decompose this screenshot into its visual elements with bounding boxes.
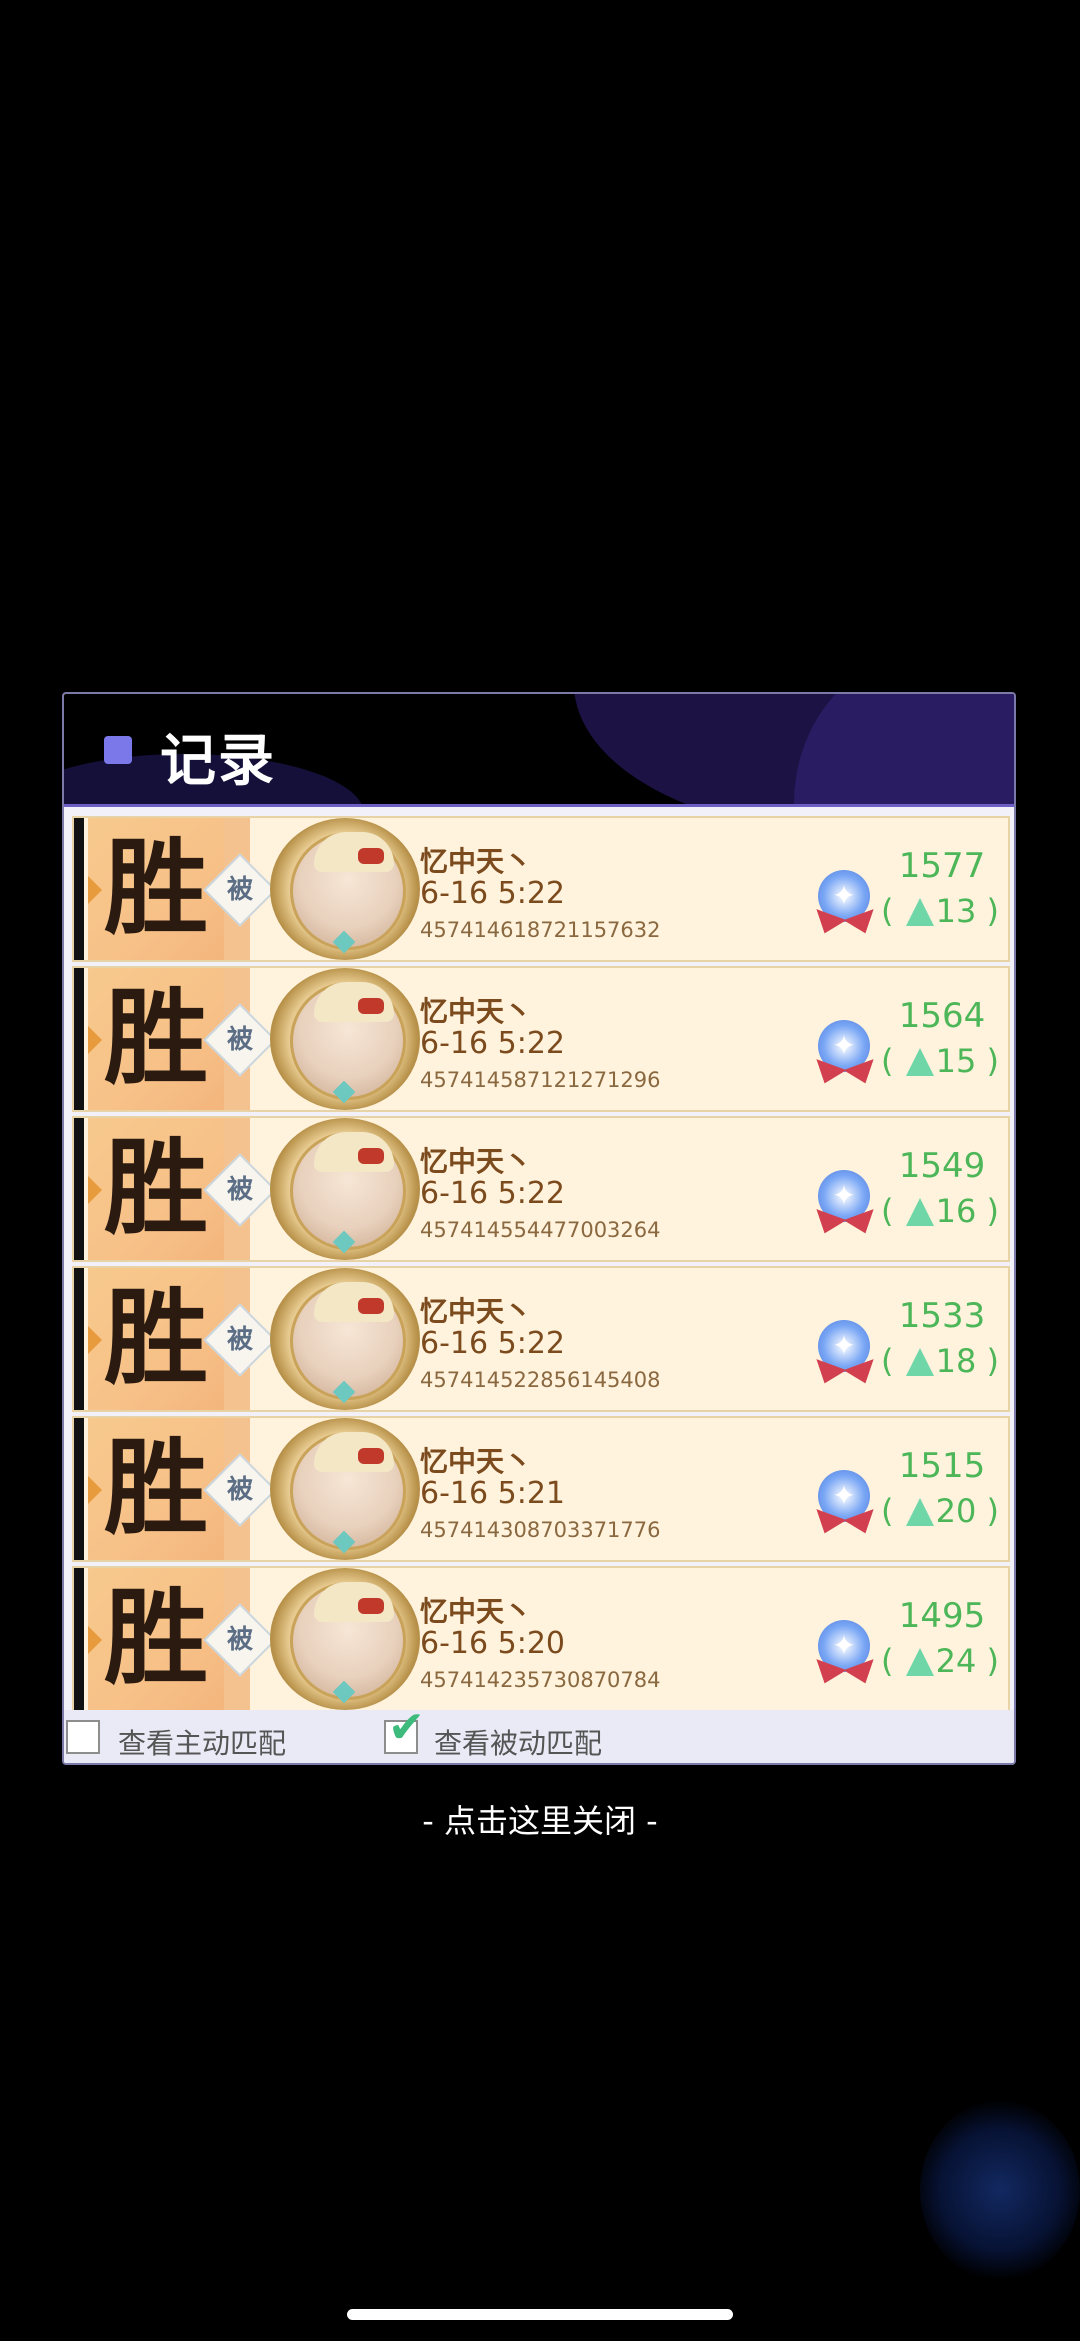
up-arrow-icon — [905, 1648, 934, 1676]
match-mode-label: 被 — [226, 1625, 253, 1655]
score-delta-value: 13 — [935, 892, 977, 930]
row-edge — [74, 1568, 84, 1710]
match-id: 457414554477003264 — [420, 1218, 661, 1242]
score-delta: ( 15 ) — [880, 1042, 1000, 1080]
score-delta: ( 20 ) — [880, 1492, 1000, 1530]
record-row[interactable]: 胜 被 忆中天丶 6-16 5:22 457414587121271296 15… — [72, 966, 1010, 1112]
match-id: 457414522856145408 — [420, 1368, 661, 1392]
match-mode-label: 被 — [226, 875, 253, 905]
rank-score: 1495 — [898, 1596, 986, 1636]
result-arrow-icon — [88, 1626, 102, 1654]
title-square-icon — [104, 736, 132, 764]
result-arrow-icon — [88, 1326, 102, 1354]
match-mode-label: 被 — [226, 1025, 253, 1055]
score-delta-value: 24 — [935, 1642, 977, 1680]
score-delta-value: 16 — [935, 1192, 977, 1230]
match-id: 457414618721157632 — [420, 918, 661, 942]
match-mode-label: 被 — [226, 1325, 253, 1355]
player-name: 忆中天丶 — [420, 1445, 533, 1478]
match-time: 6-16 5:22 — [420, 1326, 565, 1361]
match-time: 6-16 5:22 — [420, 1026, 565, 1061]
active-match-checkbox[interactable] — [66, 1720, 100, 1754]
rank-score: 1515 — [898, 1446, 986, 1486]
filter-bar: 查看主动匹配 查看被动匹配 — [64, 1702, 1014, 1763]
result-label: 胜 — [104, 1577, 209, 1699]
row-edge — [74, 1118, 84, 1260]
player-name: 忆中天丶 — [420, 1295, 533, 1328]
result-label: 胜 — [104, 977, 209, 1099]
rank-score: 1564 — [898, 996, 986, 1036]
result-arrow-icon — [88, 1476, 102, 1504]
record-row[interactable]: 胜 被 忆中天丶 6-16 5:22 457414618721157632 15… — [72, 816, 1010, 962]
row-edge — [74, 968, 84, 1110]
result-label: 胜 — [104, 1277, 209, 1399]
match-time: 6-16 5:22 — [420, 876, 565, 911]
passive-match-label[interactable]: 查看被动匹配 — [434, 1722, 602, 1762]
score-delta-value: 15 — [935, 1042, 977, 1080]
up-arrow-icon — [905, 1198, 934, 1226]
record-row[interactable]: 胜 被 忆中天丶 6-16 5:22 457414522856145408 15… — [72, 1266, 1010, 1412]
player-name: 忆中天丶 — [420, 1145, 533, 1178]
result-label: 胜 — [104, 827, 209, 949]
match-time: 6-16 5:21 — [420, 1476, 565, 1511]
record-row[interactable]: 胜 被 忆中天丶 6-16 5:21 457414308703371776 15… — [72, 1416, 1010, 1562]
rank-score: 1549 — [898, 1146, 986, 1186]
result-arrow-icon — [88, 1026, 102, 1054]
score-delta-value: 20 — [935, 1492, 977, 1530]
result-arrow-icon — [88, 876, 102, 904]
background-decoration — [920, 2100, 1080, 2280]
dialog-title: 记录 — [160, 729, 276, 794]
record-list[interactable]: 胜 被 忆中天丶 6-16 5:22 457414618721157632 15… — [72, 816, 1010, 1716]
score-delta-value: 18 — [935, 1342, 977, 1380]
dialog-header: 记录 — [64, 694, 1014, 807]
rank-score: 1533 — [898, 1296, 986, 1336]
match-id: 457414587121271296 — [420, 1068, 661, 1092]
match-id: 457414308703371776 — [420, 1518, 661, 1542]
record-row[interactable]: 胜 被 忆中天丶 6-16 5:22 457414554477003264 15… — [72, 1116, 1010, 1262]
record-dialog: 记录 胜 被 忆中天丶 6-16 5:22 457414618721157632… — [62, 692, 1016, 1765]
row-edge — [74, 1418, 84, 1560]
up-arrow-icon — [905, 1048, 934, 1076]
record-row[interactable]: 胜 被 忆中天丶 6-16 5:20 457414235730870784 14… — [72, 1566, 1010, 1712]
player-name: 忆中天丶 — [420, 995, 533, 1028]
row-edge — [74, 818, 84, 960]
result-label: 胜 — [104, 1127, 209, 1249]
player-name: 忆中天丶 — [420, 845, 533, 878]
result-label: 胜 — [104, 1427, 209, 1549]
match-mode-label: 被 — [226, 1475, 253, 1505]
result-arrow-icon — [88, 1176, 102, 1204]
match-time: 6-16 5:22 — [420, 1176, 565, 1211]
up-arrow-icon — [905, 898, 934, 926]
score-delta: ( 13 ) — [880, 892, 1000, 930]
score-delta: ( 18 ) — [880, 1342, 1000, 1380]
home-indicator[interactable] — [347, 2309, 733, 2320]
score-delta: ( 24 ) — [880, 1642, 1000, 1680]
match-time: 6-16 5:20 — [420, 1626, 565, 1661]
active-match-label[interactable]: 查看主动匹配 — [118, 1722, 286, 1762]
match-mode-label: 被 — [226, 1175, 253, 1205]
close-hint-button[interactable]: - 点击这里关闭 - — [0, 1796, 1080, 1842]
passive-match-checkbox[interactable] — [384, 1702, 425, 1754]
up-arrow-icon — [905, 1498, 934, 1526]
rank-score: 1577 — [898, 846, 986, 886]
up-arrow-icon — [905, 1348, 934, 1376]
player-name: 忆中天丶 — [420, 1595, 533, 1628]
score-delta: ( 16 ) — [880, 1192, 1000, 1230]
row-edge — [74, 1268, 84, 1410]
match-id: 457414235730870784 — [420, 1668, 661, 1692]
